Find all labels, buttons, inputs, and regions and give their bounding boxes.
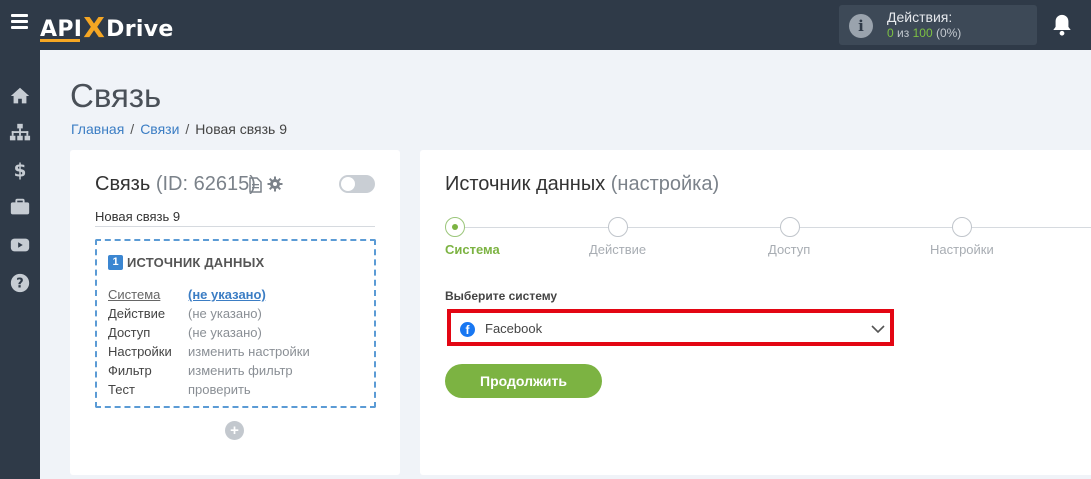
- select-system-label: Выберите систему: [445, 289, 558, 303]
- source-summary-box[interactable]: 1 ИСТОЧНИК ДАННЫХ Система (не указано) Д…: [95, 239, 376, 408]
- system-select[interactable]: f Facebook: [447, 309, 894, 346]
- youtube-icon[interactable]: [9, 234, 31, 256]
- logo-text-x: X: [83, 11, 106, 44]
- logo[interactable]: APIXDrive: [40, 10, 174, 44]
- help-icon[interactable]: ?: [9, 272, 31, 294]
- step-dot-access[interactable]: [780, 217, 800, 237]
- breadcrumb-current: Новая связь 9: [195, 121, 287, 137]
- actions-count: 0 из 100 (0%): [887, 26, 961, 40]
- breadcrumb-home[interactable]: Главная: [71, 121, 124, 137]
- summary-value-test[interactable]: проверить: [188, 382, 251, 397]
- dollar-icon[interactable]: $: [9, 159, 31, 181]
- summary-label-test: Тест: [108, 382, 135, 397]
- summary-label-access: Доступ: [108, 325, 151, 340]
- gear-icon[interactable]: [267, 176, 283, 192]
- step-dot-action[interactable]: [608, 217, 628, 237]
- summary-value-filter[interactable]: изменить фильтр: [188, 363, 293, 378]
- step-label-system[interactable]: Система: [445, 242, 500, 257]
- summary-value-action: (не указано): [188, 306, 262, 321]
- summary-value-access: (не указано): [188, 325, 262, 340]
- actions-percent: (0%): [935, 26, 962, 40]
- menu-icon[interactable]: [11, 14, 28, 30]
- actions-used: 0: [887, 26, 894, 40]
- summary-label-action: Действие: [108, 306, 166, 321]
- steps-line: [455, 227, 1091, 228]
- actions-total: 100: [912, 26, 933, 40]
- source-setup-card: Источник данных (настройка) Система Дейс…: [420, 150, 1091, 475]
- sidebar: $ ?: [0, 50, 40, 479]
- step-dot-system[interactable]: [445, 217, 465, 237]
- step-label-settings[interactable]: Настройки: [930, 242, 994, 257]
- step-dot-settings[interactable]: [952, 217, 972, 237]
- toggle-knob: [341, 177, 355, 191]
- svg-text:$: $: [14, 160, 27, 181]
- step-label-action[interactable]: Действие: [589, 242, 646, 257]
- breadcrumb: Главная / Связи / Новая связь 9: [71, 121, 287, 137]
- selected-system: Facebook: [485, 321, 543, 336]
- summary-value-system[interactable]: (не указано): [188, 287, 266, 302]
- actions-of: из: [897, 26, 910, 40]
- summary-value-settings[interactable]: изменить настройки: [188, 344, 310, 359]
- connection-id: (ID: 62615): [155, 173, 256, 195]
- continue-button[interactable]: Продолжить: [445, 364, 602, 398]
- info-icon: i: [849, 14, 873, 38]
- connection-card: Связь (ID: 62615) 1 ИСТОЧНИК ДАННЫХ Сист…: [70, 150, 400, 475]
- bell-icon[interactable]: [1051, 13, 1073, 37]
- connection-title: Связь (ID: 62615): [95, 173, 256, 196]
- summary-label-system: Система: [108, 287, 161, 302]
- top-bar: APIXDrive i Действия: 0 из 100 (0%): [0, 0, 1091, 50]
- briefcase-icon[interactable]: [9, 196, 31, 218]
- actions-title: Действия:: [887, 9, 953, 25]
- breadcrumb-links[interactable]: Связи: [140, 121, 179, 137]
- home-icon[interactable]: [9, 85, 31, 107]
- add-block-button[interactable]: +: [225, 421, 244, 440]
- source-number-badge: 1: [108, 255, 123, 270]
- connection-name-input[interactable]: [95, 207, 375, 227]
- summary-label-settings: Настройки: [108, 344, 172, 359]
- actions-counter[interactable]: i Действия: 0 из 100 (0%): [839, 5, 1037, 45]
- section-title-sub: (настройка): [610, 173, 720, 195]
- source-summary-title: ИСТОЧНИК ДАННЫХ: [127, 255, 265, 270]
- chevron-down-icon: [871, 325, 885, 334]
- page-title: Связь: [70, 77, 162, 114]
- logo-text-right: Drive: [106, 17, 174, 42]
- section-title-main: Источник данных: [445, 173, 606, 195]
- svg-text:?: ?: [16, 277, 23, 292]
- section-title: Источник данных (настройка): [445, 173, 719, 196]
- document-icon[interactable]: [249, 177, 262, 193]
- summary-label-filter: Фильтр: [108, 363, 152, 378]
- connection-toggle[interactable]: [339, 175, 375, 193]
- connection-label: Связь: [95, 173, 151, 195]
- sitemap-icon[interactable]: [9, 122, 31, 144]
- logo-underline: [40, 39, 80, 42]
- step-label-access[interactable]: Доступ: [768, 242, 810, 257]
- facebook-icon: f: [460, 322, 475, 337]
